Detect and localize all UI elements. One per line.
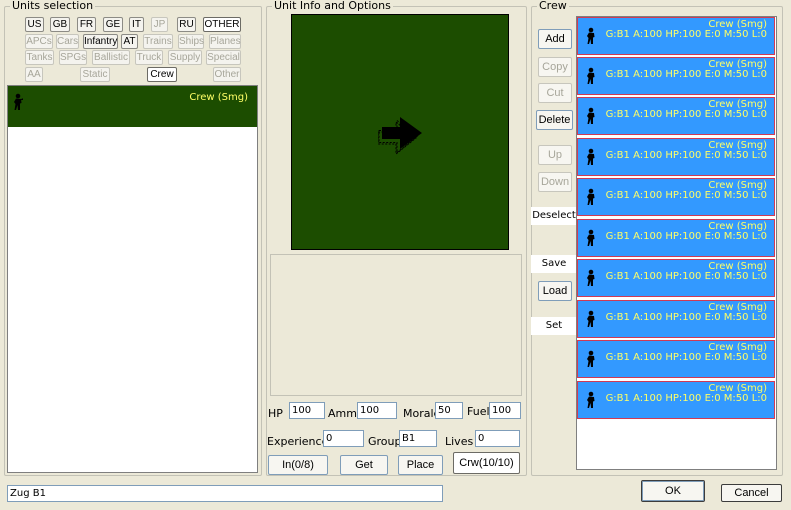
crew-item-stats: G:B1 A:100 HP:100 E:0 M:50 L:0 (605, 29, 767, 40)
soldier-icon (586, 188, 596, 206)
category-infantry-button[interactable]: Infantry (83, 34, 118, 49)
soldier-icon (586, 391, 596, 409)
crew-list-item[interactable]: Crew (Smg) G:B1 A:100 HP:100 E:0 M:50 L:… (577, 17, 775, 55)
crew-list-item[interactable]: Crew (Smg) G:B1 A:100 HP:100 E:0 M:50 L:… (577, 259, 775, 297)
category-spgs-button[interactable]: SPGs (59, 50, 87, 65)
crew-list-item[interactable]: Crew (Smg) G:B1 A:100 HP:100 E:0 M:50 L:… (577, 219, 775, 257)
nation-other-button[interactable]: OTHER (203, 17, 241, 32)
unit-list-item-name: Crew (Smg) (189, 92, 248, 103)
category-crew-button[interactable]: Crew (147, 67, 177, 82)
soldier-icon (586, 310, 596, 328)
experience-input[interactable]: 0 (323, 430, 364, 447)
unit-info-title: Unit Info and Options (272, 0, 393, 12)
nation-it-button[interactable]: IT (129, 17, 144, 32)
save-button[interactable]: Save (531, 255, 577, 273)
cancel-button[interactable]: Cancel (721, 484, 782, 502)
crew-item-stats: G:B1 A:100 HP:100 E:0 M:50 L:0 (605, 352, 767, 363)
crew-item-stats: G:B1 A:100 HP:100 E:0 M:50 L:0 (605, 69, 767, 80)
place-button[interactable]: Place (398, 455, 443, 475)
category-static-button[interactable]: Static (80, 67, 110, 82)
crew-list-item[interactable]: Crew (Smg) G:B1 A:100 HP:100 E:0 M:50 L:… (577, 57, 775, 95)
crew-tab-area (531, 226, 577, 256)
nation-gb-button[interactable]: GB (50, 17, 70, 32)
load-button[interactable]: Load (538, 281, 572, 301)
down-button[interactable]: Down (538, 172, 572, 192)
crew-list[interactable]: Crew (Smg) G:B1 A:100 HP:100 E:0 M:50 L:… (576, 16, 777, 470)
nation-ge-button[interactable]: GE (103, 17, 123, 32)
category-ships-button[interactable]: Ships (178, 34, 204, 49)
category-aa-button[interactable]: AA (25, 67, 43, 82)
unit-name-input[interactable]: Zug B1 (7, 485, 443, 502)
group-label: Group (368, 435, 402, 448)
set-button[interactable]: Set (531, 317, 577, 335)
soldier-icon (586, 350, 596, 368)
unit-description-area (270, 254, 522, 396)
up-button[interactable]: Up (538, 145, 572, 165)
crew-item-stats: G:B1 A:100 HP:100 E:0 M:50 L:0 (605, 109, 767, 120)
deselect-button[interactable]: Deselect (531, 207, 577, 225)
crew-item-stats: G:B1 A:100 HP:100 E:0 M:50 L:0 (605, 150, 767, 161)
category-supply-button[interactable]: Supply (168, 50, 202, 65)
soldier-icon (586, 148, 596, 166)
category-ballistic-button[interactable]: Ballistic (92, 50, 130, 65)
unit-preview (291, 14, 509, 250)
category-trains-button[interactable]: Trains (143, 34, 173, 49)
ok-button[interactable]: OK (641, 480, 705, 502)
category-cars-button[interactable]: Cars (56, 34, 79, 49)
fuel-label: Fuel (467, 405, 490, 418)
crew-list-item[interactable]: Crew (Smg) G:B1 A:100 HP:100 E:0 M:50 L:… (577, 138, 775, 176)
crew-item-stats: G:B1 A:100 HP:100 E:0 M:50 L:0 (605, 312, 767, 323)
category-special-button[interactable]: Special (206, 50, 241, 65)
crew-count-button[interactable]: Crw(10/10) (453, 452, 520, 474)
morale-input[interactable]: 50 (435, 402, 463, 419)
group-input[interactable]: B1 (399, 430, 437, 447)
category-planes-button[interactable]: Planes (209, 34, 241, 49)
crew-list-item[interactable]: Crew (Smg) G:B1 A:100 HP:100 E:0 M:50 L:… (577, 97, 775, 135)
nation-us-button[interactable]: US (25, 17, 44, 32)
add-button[interactable]: Add (538, 29, 572, 49)
direction-arrow-icon (377, 115, 426, 156)
category-tanks-button[interactable]: Tanks (25, 50, 54, 65)
soldier-icon (586, 27, 596, 45)
category-other-button[interactable]: Other (213, 67, 241, 82)
soldier-icon (586, 269, 596, 287)
category-at-button[interactable]: AT (121, 34, 138, 49)
soldier-icon (586, 229, 596, 247)
crew-title: Crew (537, 0, 569, 12)
category-apcs-button[interactable]: APCs (25, 34, 53, 49)
units-selection-title: Units selection (10, 0, 96, 12)
hp-label: HP (268, 407, 283, 420)
hp-input[interactable]: 100 (289, 402, 325, 419)
get-button[interactable]: Get (340, 455, 388, 475)
soldier-icon (586, 107, 596, 125)
cut-button[interactable]: Cut (538, 83, 572, 103)
unit-list-item[interactable]: Crew (Smg) (8, 86, 257, 127)
ammo-input[interactable]: 100 (357, 402, 397, 419)
nation-jp-button[interactable]: JP (151, 17, 168, 32)
crew-list-item[interactable]: Crew (Smg) G:B1 A:100 HP:100 E:0 M:50 L:… (577, 381, 775, 419)
soldier-icon (13, 93, 23, 111)
copy-button[interactable]: Copy (538, 57, 572, 77)
unit-list[interactable]: Crew (Smg) (7, 85, 258, 473)
fuel-input[interactable]: 100 (489, 402, 521, 419)
delete-button[interactable]: Delete (536, 110, 573, 130)
crew-list-item[interactable]: Crew (Smg) G:B1 A:100 HP:100 E:0 M:50 L:… (577, 300, 775, 338)
crew-item-stats: G:B1 A:100 HP:100 E:0 M:50 L:0 (605, 271, 767, 282)
crew-list-item[interactable]: Crew (Smg) G:B1 A:100 HP:100 E:0 M:50 L:… (577, 178, 775, 216)
crew-item-stats: G:B1 A:100 HP:100 E:0 M:50 L:0 (605, 393, 767, 404)
in-button[interactable]: In(0/8) (268, 455, 328, 475)
crew-list-item[interactable]: Crew (Smg) G:B1 A:100 HP:100 E:0 M:50 L:… (577, 340, 775, 378)
crew-item-stats: G:B1 A:100 HP:100 E:0 M:50 L:0 (605, 190, 767, 201)
nation-fr-button[interactable]: FR (77, 17, 96, 32)
lives-label: Lives (445, 435, 474, 448)
soldier-icon (586, 67, 596, 85)
category-truck-button[interactable]: Truck (135, 50, 163, 65)
lives-input[interactable]: 0 (475, 430, 520, 447)
nation-ru-button[interactable]: RU (177, 17, 196, 32)
crew-item-stats: G:B1 A:100 HP:100 E:0 M:50 L:0 (605, 231, 767, 242)
experience-label: Experience (267, 435, 329, 448)
